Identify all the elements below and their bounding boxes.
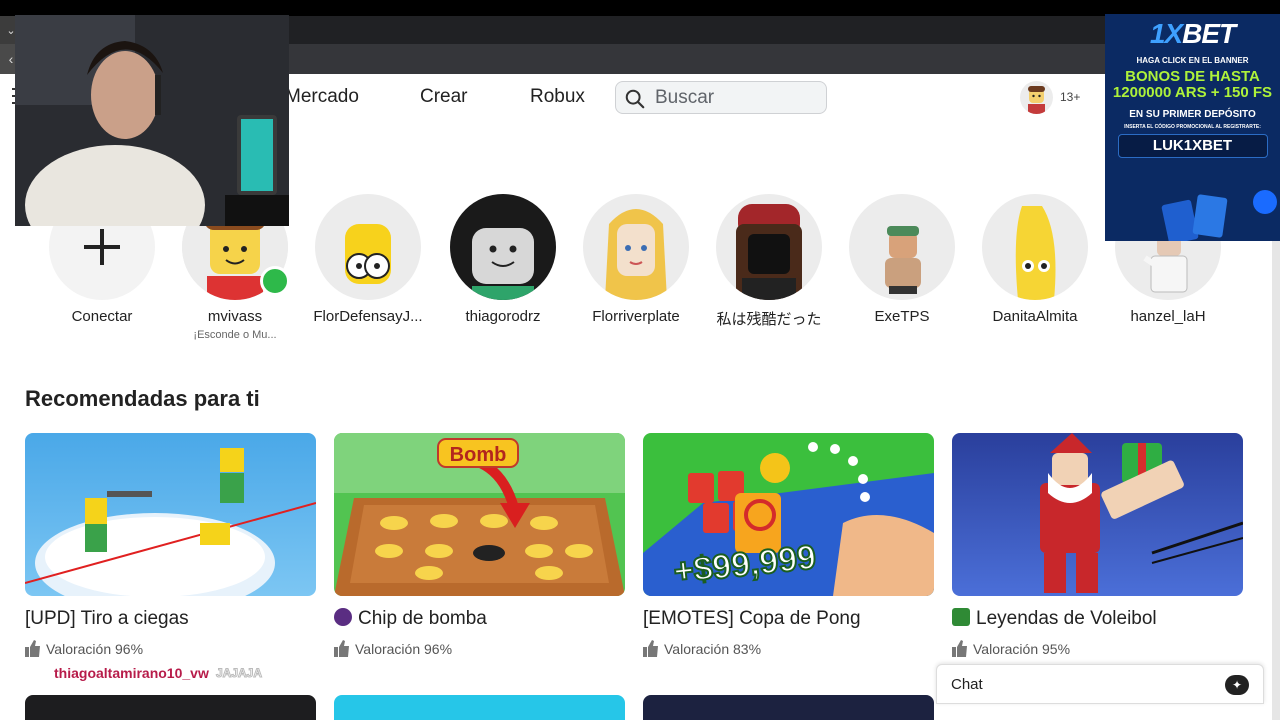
game-thumbnail-partial[interactable] — [643, 695, 934, 720]
thumbs-up-icon — [643, 640, 658, 657]
friend-name: mvivass — [207, 308, 263, 325]
game-rating: Valoración 96% — [25, 640, 316, 657]
cards-graphic — [1161, 190, 1277, 241]
promo-code: LUK1XBET — [1117, 134, 1268, 158]
friend-item[interactable]: ExeTPS — [842, 194, 962, 325]
game-title: Leyendas de Voleibol — [952, 608, 1243, 630]
rating-text: Valoración 83% — [664, 640, 762, 657]
friend-name: ExeTPS — [874, 308, 930, 325]
thumbs-up-icon — [952, 640, 967, 657]
friend-item[interactable]: FlorDefensayJ... — [308, 194, 428, 325]
thumbs-up-icon — [25, 640, 40, 657]
age-badge: 13+ — [1060, 90, 1081, 104]
friend-avatar[interactable] — [450, 194, 556, 300]
friend-item[interactable]: DanitaAlmita — [975, 194, 1095, 325]
friend-item[interactable]: 私は残酷だった — [709, 194, 829, 329]
rating-text: Valoración 96% — [355, 640, 453, 657]
friend-name: thiagorodrz — [465, 308, 541, 325]
search-input[interactable] — [655, 86, 820, 110]
ad-line: EN SU PRIMER DEPÓSITO — [1129, 109, 1256, 120]
bomb-label: Bomb — [450, 444, 507, 466]
friend-avatar[interactable] — [716, 194, 822, 300]
user-avatar[interactable] — [1020, 81, 1053, 114]
ad-headline-amount: 1200000 ARS + 150 FS — [1112, 84, 1273, 101]
friend-status: ¡Esconde o Mu... — [193, 329, 277, 341]
game-title: [UPD] Tiro a ciegas — [25, 608, 189, 629]
game-thumbnail-partial[interactable] — [334, 695, 625, 720]
ad-line: HAGA CLICK EN EL BANNER — [1136, 56, 1249, 65]
game-thumbnail-partial[interactable] — [25, 695, 316, 720]
friend-name: hanzel_laH — [1130, 308, 1206, 325]
game-thumbnail[interactable]: Bomb — [334, 433, 625, 596]
game-card[interactable]: +$99,999 [EMOTES] Copa de Pong Valoració… — [643, 433, 934, 657]
game-rating: Valoración 83% — [643, 640, 934, 657]
screen-top-border — [0, 0, 1280, 16]
rating-text: Valoración 96% — [46, 640, 144, 657]
nav-link-crear[interactable]: Crear — [420, 86, 468, 108]
search-icon — [625, 89, 645, 109]
ad-headline: BONOS DE HASTA — [1125, 68, 1260, 85]
game-title: Chip de bomba — [334, 608, 625, 630]
game-thumbnail[interactable] — [952, 433, 1243, 596]
brand-logo: 1XBET — [1149, 18, 1236, 49]
friend-avatar[interactable] — [315, 194, 421, 300]
ad-line: INSERTA EL CÓDIGO PROMOCIONAL AL REGISTR… — [1124, 124, 1261, 130]
chat-bar[interactable]: Chat ✦ — [936, 664, 1264, 704]
tiktok-comment: JAJAJA — [215, 666, 263, 681]
game-card[interactable]: Leyendas de Voleibol Valoración 95% — [952, 433, 1243, 657]
search-box[interactable] — [615, 81, 827, 114]
friend-item[interactable]: Florriverplate — [576, 194, 696, 325]
chat-expand-icon[interactable]: ✦ — [1225, 675, 1249, 695]
friend-avatar[interactable] — [583, 194, 689, 300]
section-title-recommended: Recomendadas para ti — [25, 386, 260, 411]
game-rating: Valoración 95% — [952, 640, 1243, 657]
bomb-emoji-icon — [334, 608, 352, 626]
tiktok-username: thiagoaltamirano10_vw — [54, 665, 209, 681]
rating-text: Valoración 95% — [973, 640, 1071, 657]
game-thumbnail[interactable]: +$99,999 — [643, 433, 934, 596]
friend-avatar[interactable] — [849, 194, 955, 300]
nav-link-robux[interactable]: Robux — [530, 86, 585, 108]
friend-name: 私は残酷だった — [716, 311, 822, 328]
nav-link-mercado[interactable]: Mercado — [285, 86, 359, 108]
game-thumbnail[interactable] — [25, 433, 316, 596]
game-card[interactable]: Bomb Chip de bomba Valoración 96% — [334, 433, 625, 657]
game-title: [EMOTES] Copa de Pong — [643, 608, 861, 629]
game-rating: Valoración 96% — [334, 640, 625, 657]
tree-emoji-icon — [952, 608, 970, 626]
chat-label: Chat — [951, 676, 983, 693]
thumbs-up-icon — [334, 640, 349, 657]
friend-name: Florriverplate — [592, 308, 680, 325]
sponsor-banner[interactable]: 1XBET HAGA CLICK EN EL BANNER BONOS DE H… — [1105, 14, 1280, 241]
game-card[interactable]: [UPD] Tiro a ciegas Valoración 96% — [25, 433, 316, 657]
friend-item[interactable]: thiagorodrz — [443, 194, 563, 325]
game-title-text: Leyendas de Voleibol — [976, 608, 1157, 629]
friend-avatar[interactable] — [982, 194, 1088, 300]
friend-name: DanitaAlmita — [992, 308, 1078, 325]
friend-name: Conectar — [71, 308, 133, 325]
game-title-text: Chip de bomba — [358, 608, 487, 629]
webcam-overlay — [15, 15, 289, 226]
in-game-badge-icon — [260, 266, 290, 296]
friend-name: FlorDefensayJ... — [313, 308, 423, 325]
